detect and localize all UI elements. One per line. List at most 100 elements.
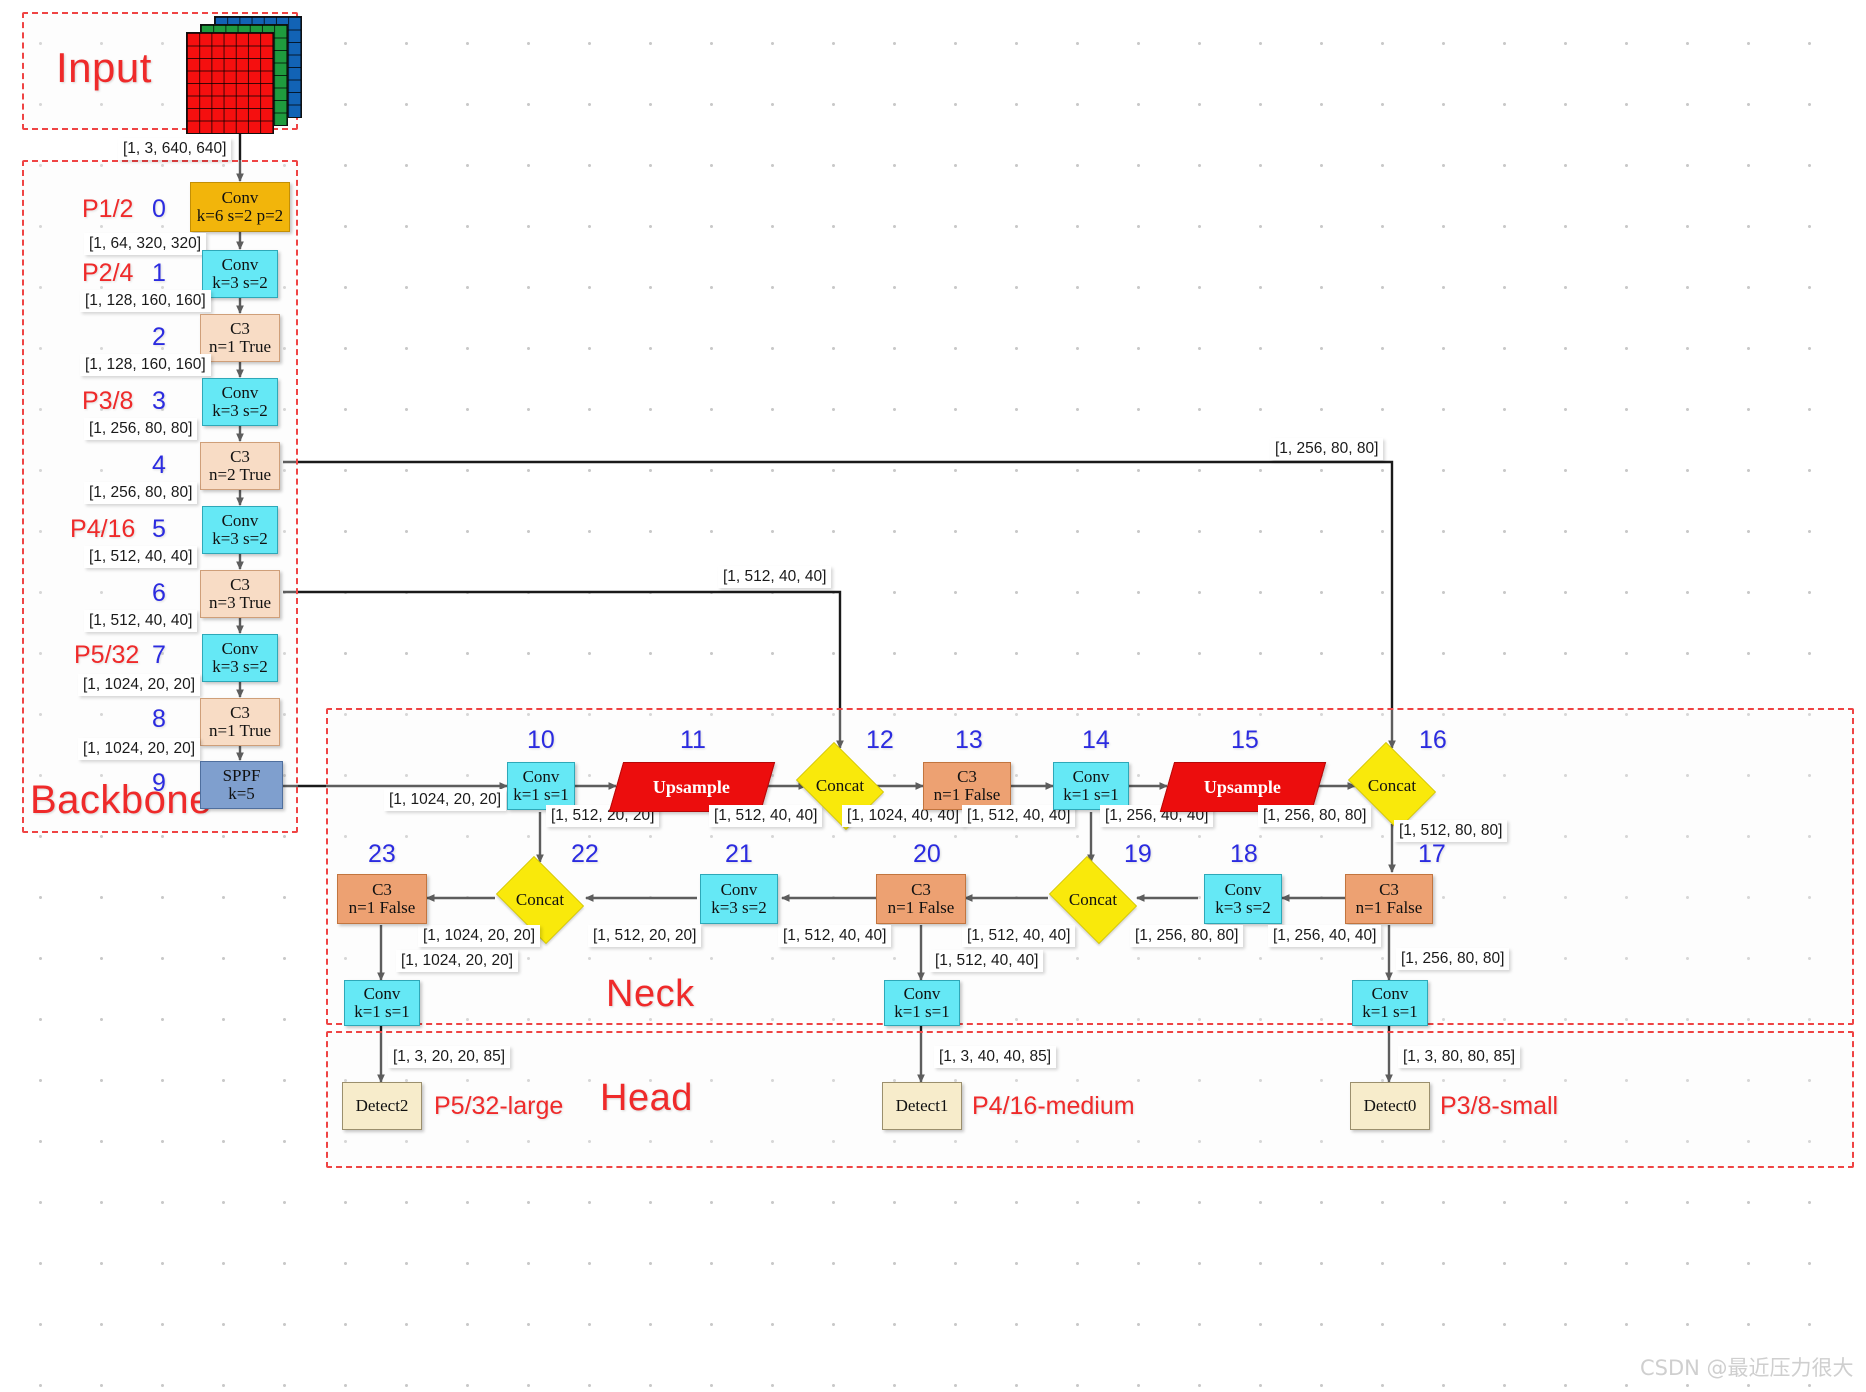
scale-note-medium: P4/16-medium bbox=[972, 1092, 1135, 1120]
backbone-node-7-conv[interactable]: Conv k=3 s=2 bbox=[202, 634, 278, 682]
neck-node-20-c3[interactable]: C3 n=1 False bbox=[876, 874, 966, 924]
node-line1: Conv bbox=[363, 983, 401, 1003]
tag-skip-from-6: [1, 512, 40, 40] bbox=[718, 566, 832, 588]
node-line2: n=1 False bbox=[933, 785, 1001, 804]
neck-node-13-c3[interactable]: C3 n=1 False bbox=[923, 762, 1011, 810]
node-line2: n=1 False bbox=[1355, 898, 1423, 917]
node-line2: k=6 s=2 p=2 bbox=[196, 206, 284, 225]
plevel-p4-16: P4/16 bbox=[70, 515, 136, 543]
node-line2: n=1 True bbox=[208, 721, 272, 740]
tag-23-down: [1, 1024, 20, 20] bbox=[396, 950, 519, 972]
node-line1: C3 bbox=[230, 702, 250, 722]
node-line1: Detect2 bbox=[355, 1095, 409, 1115]
node-line2: n=1 True bbox=[208, 337, 272, 356]
node-line2: k=1 s=1 bbox=[894, 1002, 950, 1021]
head-out-conv-medium[interactable]: Conv k=1 s=1 bbox=[884, 980, 960, 1026]
neck-node-10-conv[interactable]: Conv k=1 s=1 bbox=[507, 762, 575, 810]
tag-out-2: [1, 128, 160, 160] bbox=[80, 354, 211, 376]
region-head-label: Head bbox=[600, 1077, 693, 1119]
scale-note-small: P3/8-small bbox=[1440, 1092, 1559, 1120]
neck-node-23-c3[interactable]: C3 n=1 False bbox=[337, 874, 427, 924]
node-index-0: 0 bbox=[152, 195, 166, 223]
tag-c3-17-out: [1, 256, 80, 80] bbox=[1130, 925, 1244, 947]
tag-out-8: [1, 1024, 20, 20] bbox=[78, 738, 201, 760]
node-line1: Upsample bbox=[1204, 776, 1282, 797]
node-line2: k=3 s=2 bbox=[1215, 898, 1271, 917]
tag-out-21: [1, 512, 20, 20] bbox=[588, 925, 702, 947]
tag-out-6: [1, 512, 40, 40] bbox=[84, 610, 198, 632]
tag-skip-from-4: [1, 256, 80, 80] bbox=[1270, 438, 1384, 460]
node-line1: Upsample bbox=[653, 776, 731, 797]
tag-out-1: [1, 128, 160, 160] bbox=[80, 290, 211, 312]
node-line2: k=3 s=2 bbox=[212, 529, 268, 548]
node-line2: k=1 s=1 bbox=[1063, 785, 1119, 804]
tag-out-7: [1, 1024, 20, 20] bbox=[78, 674, 201, 696]
plevel-p2-4: P2/4 bbox=[82, 259, 134, 287]
node-line1: Concat bbox=[1367, 776, 1417, 795]
head-out-conv-small[interactable]: Conv k=1 s=1 bbox=[1352, 980, 1428, 1026]
backbone-node-4-c3[interactable]: C3 n=2 True bbox=[200, 442, 280, 490]
node-line1: Concat bbox=[815, 776, 865, 795]
tag-input-tensor: [1, 3, 640, 640] bbox=[118, 138, 232, 160]
node-line1: Conv bbox=[221, 382, 259, 402]
region-input-label: Input bbox=[56, 44, 152, 91]
neck-node-14-conv[interactable]: Conv k=1 s=1 bbox=[1053, 762, 1129, 810]
tag-out-20: [1, 512, 40, 40] bbox=[778, 925, 892, 947]
head-detect2[interactable]: Detect2 bbox=[342, 1082, 422, 1130]
node-line1: C3 bbox=[230, 318, 250, 338]
backbone-node-9-sppf[interactable]: SPPF k=5 bbox=[200, 761, 283, 809]
node-index-3: 3 bbox=[152, 387, 166, 415]
plevel-p1-2: P1/2 bbox=[82, 195, 134, 223]
input-image-stack bbox=[186, 12, 302, 134]
input-channel-red bbox=[186, 32, 274, 134]
tag-out-17: [1, 256, 80, 80] bbox=[1396, 948, 1510, 970]
backbone-node-3-conv[interactable]: Conv k=3 s=2 bbox=[202, 378, 278, 426]
node-line2: k=1 s=1 bbox=[354, 1002, 410, 1021]
backbone-node-1-conv[interactable]: Conv k=3 s=2 bbox=[202, 250, 278, 298]
head-detect0[interactable]: Detect0 bbox=[1350, 1082, 1430, 1130]
plevel-p5-32: P5/32 bbox=[74, 641, 140, 669]
node-index-17: 17 bbox=[1418, 840, 1446, 868]
neck-node-21-conv[interactable]: Conv k=3 s=2 bbox=[700, 874, 778, 924]
node-line1: Conv bbox=[1371, 983, 1409, 1003]
tag-out-22: [1, 1024, 20, 20] bbox=[418, 925, 541, 947]
tag-20-down: [1, 512, 40, 40] bbox=[930, 950, 1044, 972]
backbone-node-2-c3[interactable]: C3 n=1 True bbox=[200, 314, 280, 362]
node-line2: k=1 s=1 bbox=[1362, 1002, 1418, 1021]
backbone-node-0-conv[interactable]: Conv k=6 s=2 p=2 bbox=[190, 182, 290, 232]
node-line1: Conv bbox=[522, 766, 560, 786]
node-line2: n=3 True bbox=[208, 593, 272, 612]
tag-detect0-in: [1, 3, 80, 80, 85] bbox=[1398, 1046, 1521, 1068]
neck-node-18-conv[interactable]: Conv k=3 s=2 bbox=[1204, 874, 1282, 924]
backbone-node-6-c3[interactable]: C3 n=3 True bbox=[200, 570, 280, 618]
region-neck-label: Neck bbox=[606, 973, 695, 1015]
tag-out-19: [1, 512, 40, 40] bbox=[962, 925, 1076, 947]
node-index-8: 8 bbox=[152, 705, 166, 733]
node-index-5: 5 bbox=[152, 515, 166, 543]
neck-node-16-concat[interactable]: Concat bbox=[1342, 742, 1442, 830]
node-line1: Detect1 bbox=[895, 1095, 949, 1115]
node-index-13: 13 bbox=[955, 726, 983, 754]
node-index-2: 2 bbox=[152, 323, 166, 351]
node-line1: Concat bbox=[1068, 890, 1118, 909]
head-out-conv-large[interactable]: Conv k=1 s=1 bbox=[344, 980, 420, 1026]
tag-out-0: [1, 64, 320, 320] bbox=[84, 233, 207, 255]
backbone-node-5-conv[interactable]: Conv k=3 s=2 bbox=[202, 506, 278, 554]
node-line1: C3 bbox=[230, 574, 250, 594]
backbone-node-8-c3[interactable]: C3 n=1 True bbox=[200, 698, 280, 746]
node-line2: k=3 s=2 bbox=[212, 657, 268, 676]
node-index-4: 4 bbox=[152, 451, 166, 479]
tag-out-3: [1, 256, 80, 80] bbox=[84, 418, 198, 440]
tag-out-5: [1, 512, 40, 40] bbox=[84, 546, 198, 568]
head-detect1[interactable]: Detect1 bbox=[882, 1082, 962, 1130]
node-line1: C3 bbox=[372, 879, 392, 899]
node-index-11: 11 bbox=[680, 726, 706, 754]
node-index-14: 14 bbox=[1082, 726, 1110, 754]
node-index-1: 1 bbox=[152, 259, 166, 287]
node-line2: k=5 bbox=[228, 784, 255, 803]
node-line1: Conv bbox=[903, 983, 941, 1003]
node-index-6: 6 bbox=[152, 579, 166, 607]
neck-node-17-c3[interactable]: C3 n=1 False bbox=[1345, 874, 1433, 924]
region-backbone-label: Backbone bbox=[30, 778, 212, 822]
node-line1: SPPF bbox=[222, 765, 261, 785]
